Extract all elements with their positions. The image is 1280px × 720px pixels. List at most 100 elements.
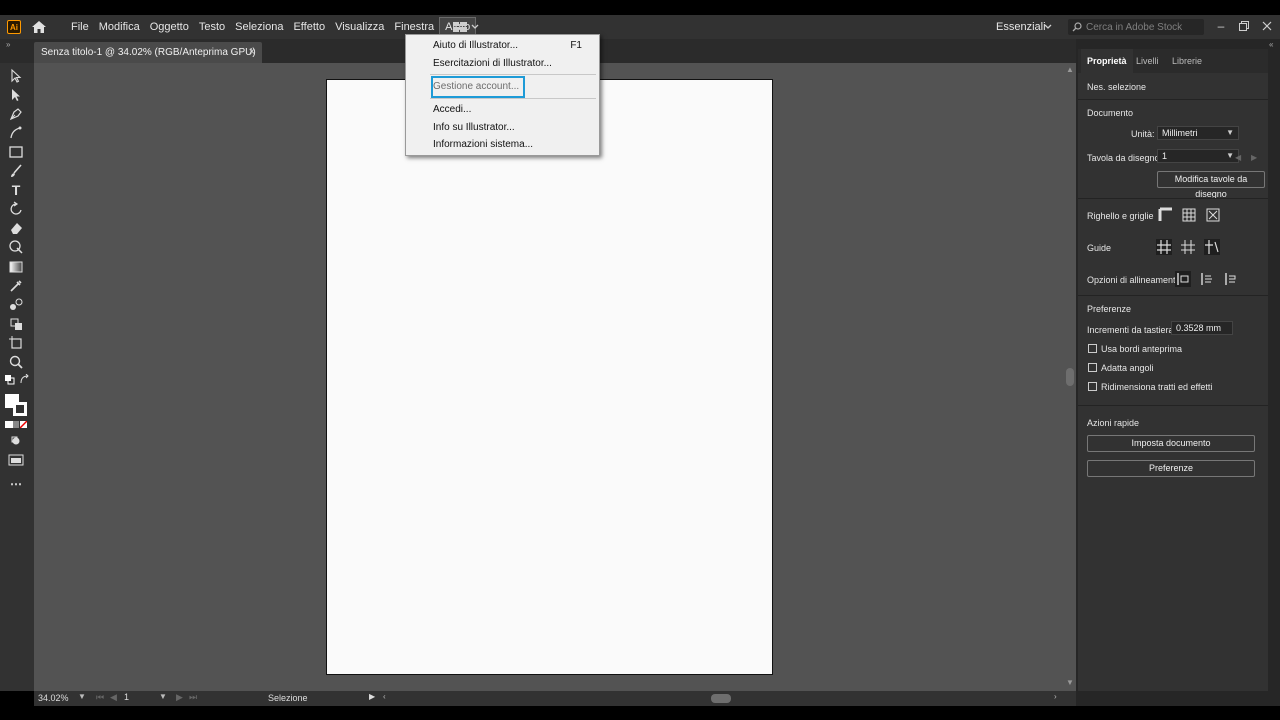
artboard-dropdown-icon[interactable]: ▼ (159, 692, 167, 701)
canvas-area[interactable] (34, 63, 1064, 691)
snap-to-point-icon[interactable] (1175, 271, 1191, 287)
gradient-mode-button[interactable] (13, 421, 19, 428)
artboard[interactable] (326, 79, 773, 675)
menu-item-system-info[interactable]: Informazioni sistema... (433, 137, 533, 153)
keyboard-increment-field[interactable]: 0.3528 mm (1171, 321, 1233, 335)
artboard-label: Tavola da disegno: (1087, 153, 1163, 163)
tab-properties[interactable]: Proprietà (1081, 49, 1133, 73)
home-icon[interactable] (31, 19, 47, 35)
artboard-tool-icon[interactable] (8, 335, 24, 351)
arrange-documents-button[interactable] (453, 21, 481, 33)
pen-tool-icon[interactable] (8, 106, 24, 122)
close-window-button[interactable] (1257, 17, 1277, 35)
last-artboard-icon[interactable]: ⏭ (189, 692, 197, 703)
search-input[interactable] (1086, 21, 1196, 33)
paintbrush-tool-icon[interactable] (8, 163, 24, 179)
menu-seleziona[interactable]: Seleziona (230, 17, 288, 37)
divider (1078, 99, 1268, 100)
next-artboard-arrow-icon[interactable]: ▶ (1251, 153, 1257, 162)
transparency-grid-icon[interactable] (1205, 207, 1221, 223)
menu-file[interactable]: File (66, 17, 94, 37)
rulers-grids-label: Righello e griglie (1087, 211, 1154, 221)
zoom-dropdown-icon[interactable]: ▼ (78, 692, 86, 701)
stroke-color-swatch[interactable] (13, 402, 27, 416)
chevron-down-icon (471, 24, 479, 29)
next-artboard-icon[interactable]: ▶ (176, 692, 183, 703)
menu-visualizza[interactable]: Visualizza (330, 17, 389, 37)
rotate-tool-icon[interactable] (8, 201, 24, 217)
zoom-level-field[interactable]: 34.02% (38, 693, 69, 703)
status-menu-arrow-icon[interactable]: ▶ (369, 692, 375, 701)
first-artboard-icon[interactable]: ⏮ (96, 692, 104, 703)
grid-icon[interactable] (1181, 207, 1197, 223)
chevron-down-icon[interactable] (1043, 22, 1053, 32)
eyedropper-tool-icon[interactable] (8, 278, 24, 294)
rectangle-tool-icon[interactable] (8, 144, 24, 160)
snap-to-pixel-icon[interactable] (1199, 271, 1215, 287)
menu-oggetto[interactable]: Oggetto (145, 17, 194, 37)
horizontal-scroll-thumb[interactable] (711, 694, 731, 703)
more-tools-icon[interactable]: ⋯ (8, 476, 24, 492)
gradient-tool-icon[interactable] (8, 259, 24, 275)
tab-layers[interactable]: Livelli (1130, 49, 1165, 73)
artboard-select[interactable]: 1 ▼ (1157, 149, 1239, 163)
menu-item-tutorials[interactable]: Esercitazioni di Illustrator... (433, 56, 552, 72)
symbol-sprayer-tool-icon[interactable] (8, 316, 24, 332)
swap-fill-stroke-icon[interactable] (19, 374, 31, 386)
use-preview-bounds-checkbox[interactable] (1088, 344, 1097, 353)
menu-item-illustrator-help[interactable]: Aiuto di Illustrator... (433, 38, 518, 54)
edit-artboards-button[interactable]: Modifica tavole da disegno (1157, 171, 1265, 199)
color-mode-button[interactable] (5, 421, 13, 428)
keyboard-increment-label: Incrementi da tastiera: (1087, 325, 1177, 335)
units-select[interactable]: Millimetri ▼ (1157, 126, 1239, 140)
scroll-right-icon[interactable]: › (1054, 692, 1057, 701)
current-tool-status: Selezione (268, 693, 308, 703)
menu-item-sign-in[interactable]: Accedi... (433, 102, 471, 118)
minimize-button[interactable]: – (1211, 17, 1231, 35)
zoom-tool-icon[interactable] (8, 354, 24, 370)
scale-strokes-checkbox[interactable] (1088, 382, 1097, 391)
vertical-scrollbar[interactable]: ▲ ▼ (1064, 63, 1076, 691)
type-tool-icon[interactable]: T (8, 182, 24, 198)
collapse-toolbar-icon[interactable]: » (6, 40, 10, 49)
lock-guides-icon[interactable] (1180, 239, 1196, 255)
close-tab-icon[interactable]: × (249, 42, 255, 63)
default-fill-stroke-icon[interactable] (4, 374, 16, 386)
smart-guides-icon[interactable] (1204, 239, 1220, 255)
chevron-down-icon: ▼ (1226, 151, 1234, 160)
arrange-documents-icon (453, 22, 467, 32)
eraser-tool-icon[interactable] (8, 220, 24, 236)
tab-libraries[interactable]: Librerie (1166, 49, 1208, 73)
shape-builder-tool-icon[interactable] (8, 239, 24, 255)
menu-testo[interactable]: Testo (194, 17, 230, 37)
scroll-up-icon[interactable]: ▲ (1066, 65, 1074, 74)
screen-mode-icon[interactable] (8, 452, 24, 468)
blend-tool-icon[interactable] (8, 297, 24, 313)
restore-button[interactable] (1234, 17, 1254, 35)
none-mode-icon[interactable] (20, 421, 27, 428)
divider (1078, 405, 1268, 406)
drawing-mode-icon[interactable] (8, 433, 24, 449)
curvature-tool-icon[interactable] (8, 125, 24, 141)
menu-modifica[interactable]: Modifica (94, 17, 145, 37)
selection-tool-icon[interactable] (8, 68, 24, 84)
show-guides-icon[interactable] (1156, 239, 1172, 255)
ruler-icon[interactable] (1158, 207, 1174, 223)
document-tab[interactable]: Senza titolo-1 @ 34.02% (RGB/Anteprima G… (34, 42, 262, 63)
stock-search[interactable] (1068, 19, 1204, 35)
chevron-down-icon: ▼ (1226, 128, 1234, 137)
previous-artboard-icon[interactable]: ◀ (110, 692, 117, 703)
snap-to-glyph-icon[interactable] (1223, 271, 1239, 287)
workspace-switcher[interactable]: Essenziali (996, 15, 1046, 39)
previous-artboard-arrow-icon[interactable]: ◀ (1235, 153, 1241, 162)
menu-effetto[interactable]: Effetto (288, 17, 330, 37)
setup-document-button[interactable]: Imposta documento (1087, 435, 1255, 452)
scroll-down-icon[interactable]: ▼ (1066, 678, 1074, 687)
scroll-left-icon[interactable]: ‹ (383, 692, 386, 701)
vertical-scroll-thumb[interactable] (1066, 368, 1074, 386)
menu-item-about-illustrator[interactable]: Info su Illustrator... (433, 120, 515, 136)
scale-corners-checkbox[interactable] (1088, 363, 1097, 372)
direct-selection-tool-icon[interactable] (8, 87, 24, 103)
preferences-button[interactable]: Preferenze (1087, 460, 1255, 477)
collapse-panels-icon[interactable]: « (1269, 40, 1273, 49)
